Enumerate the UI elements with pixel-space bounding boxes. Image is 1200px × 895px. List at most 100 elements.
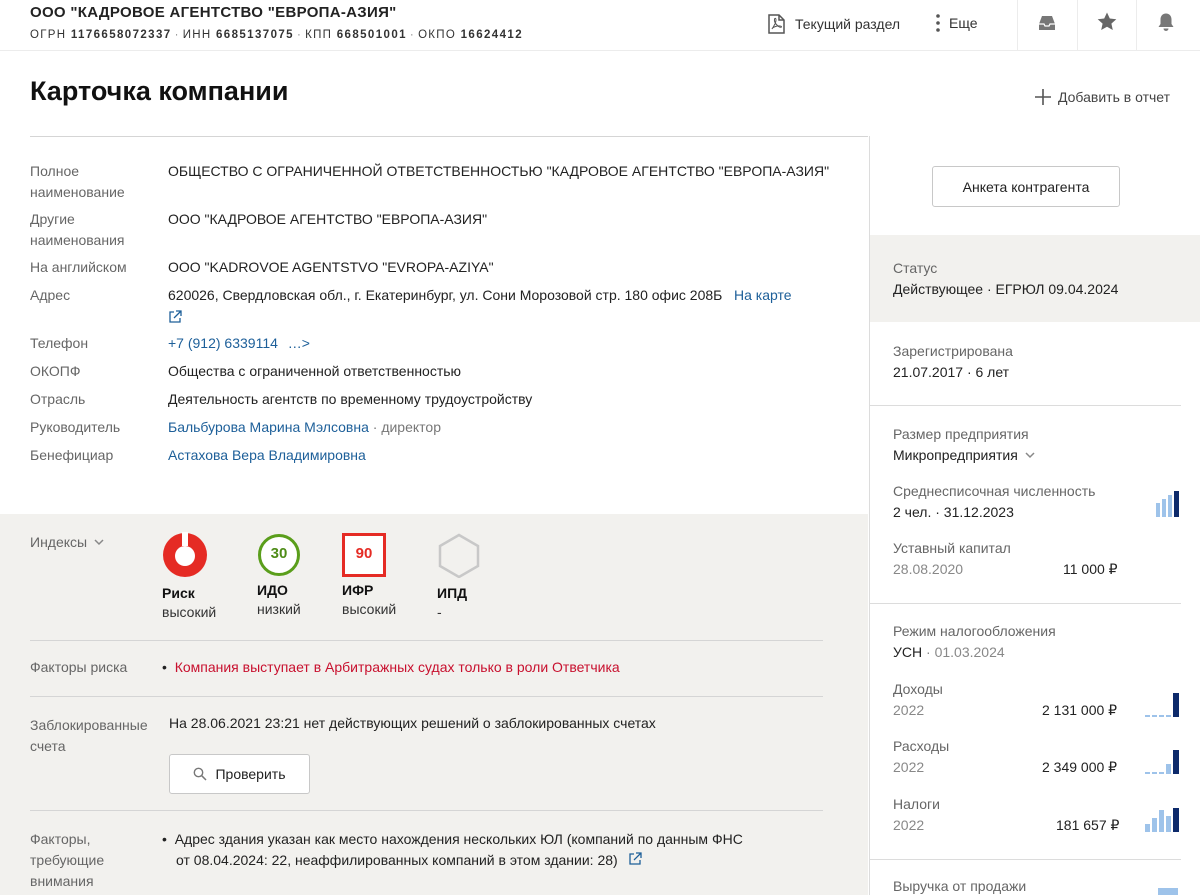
expense-mini-chart[interactable] [1145, 748, 1181, 774]
tax-regime-label: Режим налогообложения [893, 623, 1056, 639]
external-link-icon[interactable] [628, 852, 642, 866]
english-name-value: ООО "KADROVOE AGENTSTVO "EVROPA-AZIYA" [168, 259, 494, 275]
chevron-down-icon [94, 539, 104, 546]
company-size-value: Микропредприятия [893, 447, 1018, 463]
head-role: · директор [372, 419, 441, 435]
risk-factor-text: Компания выступает в Арбитражных судах т… [174, 659, 620, 675]
beneficiary-link[interactable]: Астахова Вера Владимировна [168, 447, 366, 463]
ido-name: ИДО [257, 582, 288, 598]
company-size-dropdown[interactable]: Микропредприятия [893, 447, 1036, 463]
divider [30, 640, 823, 641]
capital-label: Уставный капитал [893, 540, 1011, 556]
indexes-label: Индексы [30, 534, 88, 550]
more-label: Еще [949, 15, 978, 31]
risk-name: Риск [162, 585, 195, 601]
full-name-value: ОБЩЕСТВО С ОГРАНИЧЕННОЙ ОТВЕТСТВЕННОСТЬЮ… [168, 163, 830, 179]
inbox-icon[interactable] [1036, 12, 1058, 37]
bell-icon[interactable] [1155, 11, 1177, 36]
okpo-value: 16624412 [460, 29, 523, 41]
status-label: Статус [893, 260, 938, 276]
divider [30, 810, 823, 811]
company-requisites: ОГРН 1176658072337 · ИНН 6685137075 · КПП 66… [30, 29, 523, 41]
risk-index[interactable]: Риск высокий [162, 532, 216, 620]
english-name-label: На английском [30, 259, 127, 275]
risk-factors-label: Факторы риска [30, 659, 128, 675]
indexes-toggle[interactable]: Индексы [30, 534, 105, 550]
star-icon[interactable] [1096, 11, 1118, 36]
head-name-link[interactable]: Бальбурова Марина Мэлсовна [168, 419, 369, 435]
income-value: 2 131 000 ₽ [1042, 702, 1118, 718]
revenue-mini-chart[interactable] [1158, 888, 1178, 895]
divider [870, 859, 1181, 860]
check-button[interactable]: Проверить [169, 754, 310, 794]
chevron-down-icon [1025, 452, 1035, 459]
expense-label: Расходы [893, 738, 950, 754]
attention-factor-item: • Адрес здания указан как место нахожден… [162, 831, 743, 868]
taxes-label: Налоги [893, 796, 940, 812]
ifr-index[interactable]: 90 ИФР высокий [342, 532, 396, 617]
title-divider [30, 136, 868, 137]
okopf-label: ОКОПФ [30, 363, 81, 379]
divider [30, 696, 823, 697]
beneficiary-label: Бенефициар [30, 447, 114, 463]
beneficiary-value: Астахова Вера Владимировна [168, 445, 366, 466]
risk-indicator-icon [163, 532, 207, 577]
map-link[interactable]: На карте [734, 287, 792, 303]
expense-year: 2022 [893, 759, 925, 775]
ifr-level: высокий [342, 601, 397, 617]
head-value: Бальбурова Марина Мэлсовна · директор [168, 417, 441, 438]
add-to-report-label: Добавить в отчет [1058, 89, 1171, 105]
risk-factor-item: • Компания выступает в Арбитражных судах… [162, 659, 620, 675]
industry-value: Деятельность агентств по временному труд… [168, 391, 533, 407]
phone-label: Телефон [30, 335, 89, 351]
tax-regime-value: УСН · 01.03.2024 [893, 644, 1005, 660]
kpp-value: 668501001 [336, 29, 407, 41]
blocked-accounts-text: На 28.06.2021 23:21 нет действующих реше… [169, 715, 656, 731]
ipd-index[interactable]: ИПД - [437, 532, 483, 620]
divider [870, 603, 1181, 604]
ido-index[interactable]: 30 ИДО низкий [257, 532, 303, 617]
top-bar: ООО "КАДРОВОЕ АГЕНТСТВО "ЕВРОПА-АЗИЯ" ОГ… [0, 0, 1200, 51]
counterparty-questionnaire-button[interactable]: Анкета контрагента [932, 166, 1120, 207]
indexes-section: Индексы Риск высокий 30 ИДО низкий 90 ИФ… [0, 514, 868, 895]
attention-factors-label: Факторы, требующие внимания [30, 831, 105, 889]
company-short-name: ООО "КАДРОВОЕ АГЕНТСТВО "ЕВРОПА-АЗИЯ" [30, 4, 397, 21]
page-title: Карточка компании [30, 76, 289, 106]
ido-level: низкий [257, 601, 301, 617]
add-to-report-button[interactable]: Добавить в отчет [1034, 88, 1170, 106]
taxes-value: 181 657 ₽ [1056, 817, 1120, 833]
capital-value: 11 000 ₽ [1063, 561, 1118, 577]
other-names-value: ООО "КАДРОВОЕ АГЕНТСТВО "ЕВРОПА-АЗИЯ" [168, 211, 488, 227]
ipd-level: - [437, 604, 442, 620]
more-button[interactable]: Еще [935, 13, 978, 33]
headcount-mini-chart[interactable] [1156, 491, 1180, 517]
ido-badge: 30 [270, 545, 288, 562]
status-block: Статус Действующее · ЕГРЮЛ 09.04.2024 [870, 235, 1200, 322]
external-link-icon[interactable] [168, 310, 182, 327]
income-mini-chart[interactable] [1145, 691, 1181, 717]
ogrn-value: 1176658072337 [70, 29, 172, 41]
risk-level: высокий [162, 604, 217, 620]
status-value: Действующее · ЕГРЮЛ 09.04.2024 [893, 281, 1119, 297]
taxes-year: 2022 [893, 817, 925, 833]
inn-label: ИНН [182, 29, 212, 41]
pdf-icon [768, 14, 785, 34]
current-section-button[interactable]: Текущий раздел [765, 13, 900, 35]
address-label: Адрес [30, 287, 71, 303]
okopf-value: Общества с ограниченной ответственностью [168, 363, 462, 379]
revenue-label: Выручка от продажи [893, 878, 1027, 894]
blocked-accounts-label: Заблокированные счета [30, 717, 148, 754]
search-icon [194, 767, 208, 781]
divider [870, 405, 1181, 406]
phone-link[interactable]: +7 (912) 6339114 [168, 335, 278, 351]
registered-label: Зарегистрирована [893, 343, 1013, 359]
plus-icon [1035, 89, 1051, 105]
current-section-label: Текущий раздел [795, 16, 901, 32]
address-value: 620026, Свердловская обл., г. Екатеринбу… [168, 287, 792, 303]
phone-value: +7 (912) 6339114 …> [168, 333, 310, 354]
kpp-label: КПП [305, 29, 333, 41]
phone-more-link[interactable]: …> [288, 335, 310, 351]
full-name-label: Полное наименование [30, 163, 125, 200]
taxes-mini-chart[interactable] [1145, 806, 1181, 832]
income-label: Доходы [893, 681, 943, 697]
